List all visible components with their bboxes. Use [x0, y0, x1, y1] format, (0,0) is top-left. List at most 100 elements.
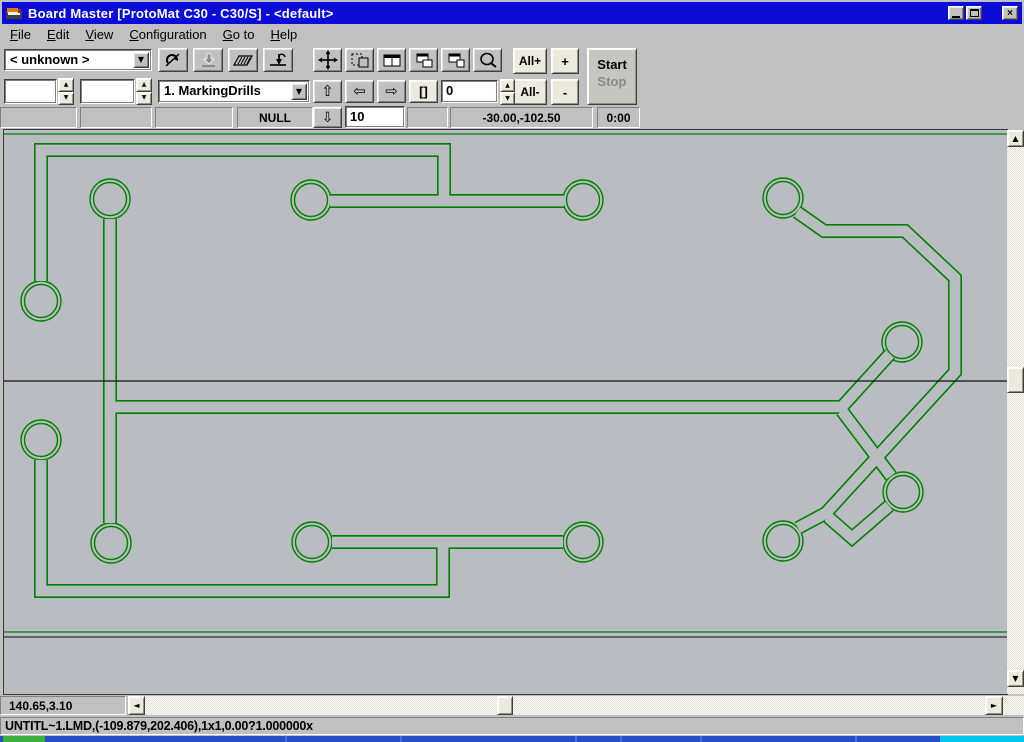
- move-down-button[interactable]: ⇩: [313, 107, 342, 128]
- y-step-up-button[interactable]: ▲: [136, 78, 152, 92]
- window-title: Board Master [ProtoMat C30 - C30/S] - <d…: [28, 6, 334, 21]
- head-select-combobox[interactable]: < unknown > ▼: [4, 49, 152, 71]
- plunge-depth-icon: [267, 51, 289, 69]
- move-left-button[interactable]: ⇦: [345, 80, 374, 103]
- import-button[interactable]: [193, 48, 223, 72]
- app-window: Board Master [ProtoMat C30 - C30/S] - <d…: [0, 0, 1024, 742]
- status-cell-1: [0, 107, 77, 128]
- menu-configuration[interactable]: Configuration: [121, 25, 214, 44]
- taskbar-divider: [620, 736, 622, 742]
- minimize-icon: [952, 16, 960, 18]
- cascade-view-2-button[interactable]: [441, 48, 470, 72]
- v-scroll-down-button[interactable]: ▼: [1007, 670, 1024, 687]
- minus-button[interactable]: -: [551, 79, 579, 105]
- rotate-slash-icon: [162, 51, 184, 69]
- all-minus-button[interactable]: All-: [513, 79, 547, 105]
- step-size-field[interactable]: 10: [345, 106, 405, 128]
- close-icon: ×: [1007, 8, 1013, 19]
- menu-bar: File Edit View Configuration Go to Help: [2, 24, 1022, 45]
- minus-label: -: [563, 85, 567, 100]
- repeat-up-button[interactable]: ▲: [500, 79, 515, 92]
- repeat-count-field[interactable]: 0: [441, 80, 498, 103]
- title-bar[interactable]: Board Master [ProtoMat C30 - C30/S] - <d…: [2, 2, 1022, 24]
- x-step-up-button[interactable]: ▲: [58, 78, 74, 92]
- start-stop-button[interactable]: Start Stop: [587, 48, 637, 105]
- menu-goto[interactable]: Go to: [215, 25, 263, 44]
- repeat-count-spinner: ▲ ▼: [500, 79, 515, 105]
- move-up-button[interactable]: ⇧: [313, 80, 342, 103]
- pcb-svg[interactable]: [4, 130, 1007, 694]
- head-select-value: < unknown >: [5, 50, 151, 69]
- scroll-down-icon: ▼: [1012, 675, 1018, 683]
- spin-down-icon-2: ▼: [142, 95, 147, 101]
- taskbar-divider: [700, 736, 702, 742]
- move-tool-button[interactable]: [313, 48, 342, 72]
- zoom-tool-button[interactable]: [473, 48, 502, 72]
- import-arrow-icon: [197, 51, 219, 69]
- move-right-button[interactable]: ⇨: [377, 80, 406, 103]
- taskbar-divider: [400, 736, 402, 742]
- scroll-up-icon: ▲: [1012, 135, 1018, 143]
- taskbar-active-segment[interactable]: [940, 736, 1024, 742]
- app-icon: [6, 6, 22, 20]
- y-step-field[interactable]: [80, 79, 135, 104]
- h-scroll-right-button[interactable]: ►: [985, 696, 1003, 715]
- board-canvas[interactable]: [3, 129, 1008, 695]
- phase-select-combobox[interactable]: 1. MarkingDrills ▼: [158, 80, 310, 103]
- brackets-button[interactable]: []: [409, 80, 438, 103]
- scroll-corner: [1003, 696, 1024, 715]
- selection-copy-icon: [350, 52, 370, 69]
- spin-down-icon-3: ▼: [505, 96, 510, 102]
- hatched-area-icon: [232, 52, 254, 68]
- h-scroll-left-button[interactable]: ◄: [128, 696, 145, 715]
- status-bar: UNTITL~1.LMD,(-109.879,202.406),1x1,0.00…: [0, 717, 1024, 735]
- brackets-label: []: [419, 84, 428, 99]
- plus-button[interactable]: +: [551, 48, 579, 74]
- taskbar-start-segment[interactable]: [3, 736, 45, 742]
- status-cell-2: [80, 107, 152, 128]
- reset-head-button[interactable]: [158, 48, 188, 72]
- cascade-view-button[interactable]: [409, 48, 438, 72]
- v-scroll-thumb[interactable]: [1007, 367, 1024, 393]
- all-plus-button[interactable]: All+: [513, 48, 547, 74]
- cursor-coords-value: 140.65,3.10: [1, 699, 125, 713]
- scroll-left-icon: ◄: [133, 702, 139, 710]
- restore-button[interactable]: [966, 6, 982, 20]
- x-step-field[interactable]: [4, 79, 57, 104]
- y-step-down-button[interactable]: ▼: [136, 92, 152, 106]
- head-select-dropdown-button[interactable]: ▼: [133, 52, 149, 68]
- v-scrollbar[interactable]: ▲ ▼: [1007, 130, 1024, 694]
- menu-help[interactable]: Help: [262, 25, 305, 44]
- tool-status-value: NULL: [238, 111, 312, 125]
- tile-view-button[interactable]: [377, 48, 406, 72]
- x-step-spinner: ▲ ▼: [58, 78, 74, 105]
- arrow-down-icon: ⇩: [322, 111, 334, 125]
- h-scrollbar[interactable]: [145, 696, 985, 715]
- select-area-button[interactable]: [345, 48, 374, 72]
- status-cell-4: [407, 107, 448, 128]
- v-scroll-up-button[interactable]: ▲: [1007, 130, 1024, 147]
- plus-label: +: [561, 54, 569, 69]
- h-scroll-thumb[interactable]: [497, 696, 513, 715]
- arrow-right-icon: ⇨: [385, 84, 398, 99]
- repeat-down-button[interactable]: ▼: [500, 92, 515, 105]
- phase-select-dropdown-button[interactable]: ▼: [291, 83, 307, 100]
- minimize-button[interactable]: [948, 6, 964, 20]
- position-value: -30.00,-102.50: [451, 111, 592, 125]
- tool-depth-button[interactable]: [263, 48, 293, 72]
- menu-view[interactable]: View: [77, 25, 121, 44]
- all-plus-label: All+: [519, 54, 541, 68]
- x-step-down-button[interactable]: ▼: [58, 92, 74, 106]
- menu-file[interactable]: File: [2, 25, 39, 44]
- menu-edit[interactable]: Edit: [39, 25, 77, 44]
- chevron-down-icon: ▼: [138, 56, 144, 64]
- scroll-right-icon: ►: [991, 702, 997, 710]
- phase-select-value: 1. MarkingDrills: [159, 81, 309, 101]
- all-minus-label: All-: [520, 85, 539, 99]
- cascade-windows-icon: [414, 52, 434, 69]
- close-button[interactable]: ×: [1002, 6, 1018, 20]
- cascade-windows-2-icon: [446, 52, 466, 69]
- tool-status-cell: NULL: [237, 107, 313, 128]
- tile-windows-icon: [382, 52, 402, 69]
- rubout-area-button[interactable]: [228, 48, 258, 72]
